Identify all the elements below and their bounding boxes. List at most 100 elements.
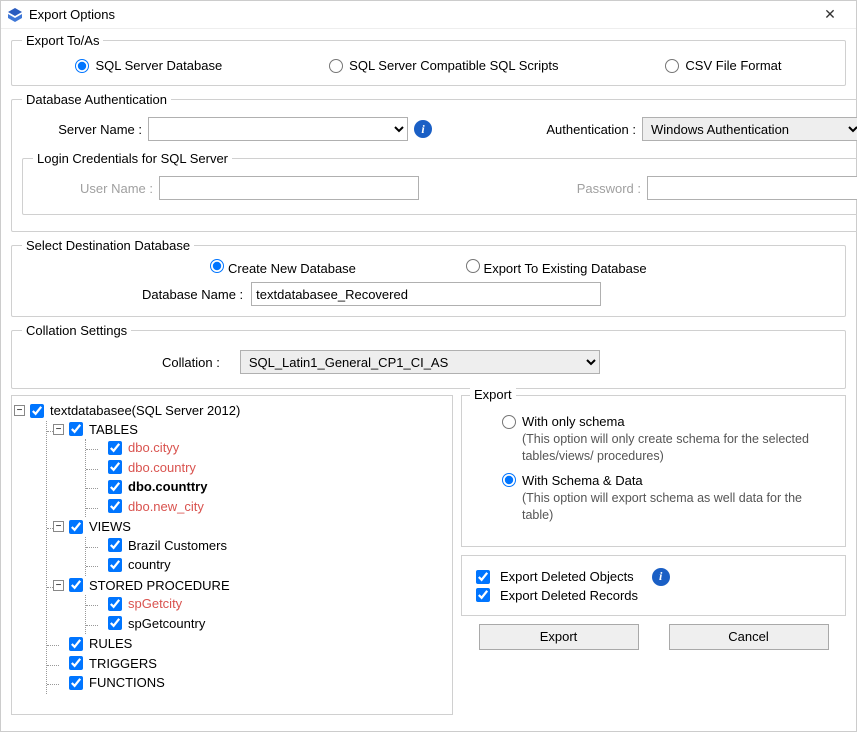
tree-check[interactable] — [69, 422, 83, 436]
tree-group-sp[interactable]: − STORED PROCEDURE spGetcityspGetcountry — [55, 577, 448, 636]
collation-legend: Collation Settings — [22, 323, 131, 338]
info-icon[interactable]: i — [414, 120, 432, 138]
radio-sql-server-input[interactable] — [75, 59, 89, 73]
tree-group-tables[interactable]: − TABLES dbo.cityy dbo.country dbo.counttr… — [55, 421, 448, 519]
tree-check[interactable] — [69, 676, 83, 690]
tree-check[interactable] — [108, 460, 122, 474]
tree-leaf-label: Brazil Customers — [128, 538, 227, 553]
expander-icon[interactable]: − — [53, 521, 64, 532]
server-name-label: Server Name : — [22, 122, 142, 137]
object-tree[interactable]: − textdatabasee(SQL Server 2012) − TABLE… — [11, 395, 453, 715]
tree-check[interactable] — [108, 597, 122, 611]
radio-schema-data-label: With Schema & Data — [522, 473, 643, 488]
tree-check[interactable] — [108, 558, 122, 572]
close-button[interactable]: ✕ — [810, 6, 850, 23]
db-name-field[interactable] — [251, 282, 601, 306]
tree-leaf-label: dbo.counttry — [128, 479, 207, 494]
tree-leaf[interactable]: spGetcountry — [94, 615, 448, 635]
collation-fieldset: Collation Settings Collation : SQL_Latin… — [11, 323, 846, 389]
tree-leaf[interactable]: dbo.new_city — [94, 498, 448, 518]
collation-label: Collation : — [162, 355, 220, 370]
radio-csv[interactable]: CSV File Format — [665, 58, 781, 73]
tree-check[interactable] — [108, 616, 122, 630]
tree-leaf-label: dbo.new_city — [128, 499, 204, 514]
tree-leaf[interactable]: dbo.country — [94, 459, 448, 479]
tree-check[interactable] — [108, 538, 122, 552]
tree-leaf-label: spGetcountry — [128, 616, 205, 631]
tree-group-label: TRIGGERS — [89, 656, 157, 671]
password-label: Password : — [511, 181, 641, 196]
radio-sql-scripts-input[interactable] — [329, 59, 343, 73]
tree-check[interactable] — [69, 520, 83, 534]
db-name-label: Database Name : — [142, 287, 243, 302]
titlebar: Export Options ✕ — [1, 1, 856, 29]
radio-schema-only-input[interactable] — [502, 415, 516, 429]
tree-group-label: RULES — [89, 636, 132, 651]
radio-create-new-db-label: Create New Database — [228, 261, 356, 276]
radio-existing-db[interactable]: Export To Existing Database — [466, 259, 647, 276]
tree-check[interactable] — [108, 499, 122, 513]
tree-leaf[interactable]: dbo.cityy — [94, 439, 448, 459]
radio-sql-scripts[interactable]: SQL Server Compatible SQL Scripts — [329, 58, 558, 73]
expander-icon[interactable]: − — [53, 580, 64, 591]
radio-existing-db-input[interactable] — [466, 259, 480, 273]
tree-check[interactable] — [69, 656, 83, 670]
login-legend: Login Credentials for SQL Server — [33, 151, 232, 166]
schema-data-hint: (This option will export schema as well … — [522, 490, 831, 524]
export-mode-box: Export With only schema (This option wil… — [461, 395, 846, 547]
cancel-button[interactable]: Cancel — [669, 624, 829, 650]
tree-leaf[interactable]: dbo.counttry — [94, 478, 448, 498]
authentication-combo[interactable]: Windows Authentication — [642, 117, 857, 141]
tree-check[interactable] — [108, 480, 122, 494]
tree-group-label: TABLES — [89, 422, 138, 437]
authentication-label: Authentication : — [506, 122, 636, 137]
radio-csv-input[interactable] — [665, 59, 679, 73]
tree-check[interactable] — [69, 637, 83, 651]
username-label: User Name : — [33, 181, 153, 196]
collation-combo[interactable]: SQL_Latin1_General_CP1_CI_AS — [240, 350, 600, 374]
radio-schema-only[interactable]: With only schema — [502, 414, 831, 429]
tree-group-views[interactable]: − VIEWS Brazil Customers country — [55, 518, 448, 577]
deleted-options-box: Export Deleted Objects i Export Deleted … — [461, 555, 846, 616]
tree-group-label: STORED PROCEDURE — [89, 578, 230, 593]
check-deleted-objects[interactable] — [476, 570, 490, 584]
radio-create-new-db[interactable]: Create New Database — [210, 259, 356, 276]
tree-group-label: VIEWS — [89, 519, 131, 534]
expander-icon[interactable]: − — [14, 405, 25, 416]
tree-root[interactable]: − textdatabasee(SQL Server 2012) − TABLE… — [16, 402, 448, 695]
db-auth-fieldset: Database Authentication Server Name : i … — [11, 92, 857, 232]
tree-leaf-label: dbo.country — [128, 460, 196, 475]
db-auth-legend: Database Authentication — [22, 92, 171, 107]
radio-sql-scripts-label: SQL Server Compatible SQL Scripts — [349, 58, 558, 73]
tree-leaf-label: country — [128, 557, 171, 572]
dest-db-legend: Select Destination Database — [22, 238, 194, 253]
check-deleted-objects-label: Export Deleted Objects — [500, 569, 634, 584]
check-deleted-records[interactable] — [476, 588, 490, 602]
tree-leaf[interactable]: spGetcity — [94, 595, 448, 615]
expander-icon[interactable]: − — [53, 424, 64, 435]
password-field — [647, 176, 857, 200]
tree-check[interactable] — [30, 404, 44, 418]
radio-schema-data[interactable]: With Schema & Data — [502, 473, 831, 488]
tree-group-functions[interactable]: FUNCTIONS — [55, 674, 448, 694]
radio-schema-data-input[interactable] — [502, 473, 516, 487]
tree-check[interactable] — [108, 441, 122, 455]
check-deleted-records-label: Export Deleted Records — [500, 588, 638, 603]
radio-sql-server[interactable]: SQL Server Database — [75, 58, 222, 73]
tree-group-label: FUNCTIONS — [89, 675, 165, 690]
tree-leaf[interactable]: Brazil Customers — [94, 537, 448, 557]
info-icon[interactable]: i — [652, 568, 670, 586]
tree-check[interactable] — [69, 578, 83, 592]
radio-csv-label: CSV File Format — [685, 58, 781, 73]
radio-create-new-db-input[interactable] — [210, 259, 224, 273]
export-to-legend: Export To/As — [22, 33, 103, 48]
tree-leaf[interactable]: country — [94, 556, 448, 576]
tree-group-triggers[interactable]: TRIGGERS — [55, 655, 448, 675]
export-to-fieldset: Export To/As SQL Server Database SQL Ser… — [11, 33, 846, 86]
tree-group-rules[interactable]: RULES — [55, 635, 448, 655]
app-icon — [7, 7, 23, 23]
tree-leaf-label: dbo.cityy — [128, 440, 179, 455]
export-button[interactable]: Export — [479, 624, 639, 650]
export-options-dialog: Export Options ✕ Export To/As SQL Server… — [0, 0, 857, 732]
server-name-combo[interactable] — [148, 117, 408, 141]
